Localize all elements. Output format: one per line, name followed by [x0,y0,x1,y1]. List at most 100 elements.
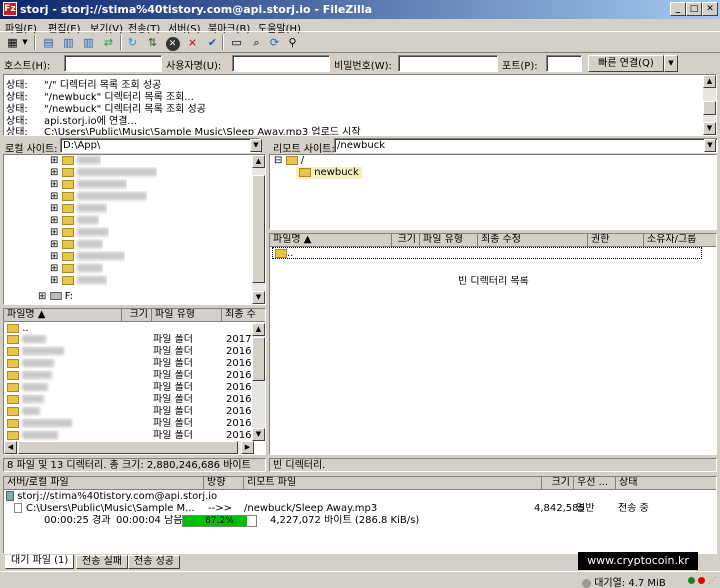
local-tree-scrollbar[interactable]: ▲ ▼ [252,155,265,304]
column-filename[interactable]: 파일명 ▲ [4,309,122,322]
process-queue-icon[interactable]: ⇅ [144,34,161,51]
toggle-sync-browsing-icon[interactable]: ⌕ [248,34,265,51]
toggle-remote-tree-icon[interactable]: ▥ [80,34,97,51]
tree-root[interactable]: ⊟ / [274,155,304,167]
tree-item[interactable]: ⊞ [50,179,127,191]
column-modified[interactable]: 최종 수 [222,309,265,322]
list-item[interactable]: 파일 폴더 2016-0 [7,370,265,382]
tab-successful-transfers[interactable]: 전송 성공 [128,555,180,569]
refresh-icon[interactable]: ↻ [124,34,141,51]
toggle-local-tree-icon[interactable]: ▥ [60,34,77,51]
queue-elapsed: 00:00:25 경과 [44,515,111,526]
site-manager-dropdown-icon[interactable]: ▼ [20,34,30,51]
queue-column-local[interactable]: 서버/로컬 파일 [4,477,204,490]
remote-directory-tree[interactable]: ⊟ / newbuck [269,154,717,230]
queue-column-remote[interactable]: 리모트 파일 [244,477,542,490]
tree-item[interactable]: ⊞ [50,203,107,215]
remote-path-input[interactable]: /newbuck [334,138,718,153]
close-button[interactable]: ✕ [702,2,718,16]
queue-item[interactable]: C:\Users\Public\Music\Sample M... -->> /… [14,503,716,515]
scroll-thumb[interactable] [703,101,716,115]
scroll-down-icon[interactable]: ▼ [703,122,716,135]
toggle-queue-icon[interactable]: ⇄ [100,34,117,51]
column-permissions[interactable]: 권한 [588,234,644,247]
user-label: 사용자명(U): [166,61,222,72]
list-item[interactable]: 파일 폴더 2016-0 [7,394,265,406]
list-item[interactable]: 파일 폴더 2017-0 [7,334,265,346]
column-owner[interactable]: 소유자/그룹 [644,234,716,247]
list-item[interactable]: 파일 폴더 2016-0 [7,418,265,430]
tree-item[interactable]: ⊞ [50,263,103,275]
password-input[interactable] [398,55,498,72]
tree-item[interactable]: ⊞ [50,239,103,251]
maximize-button[interactable]: □ [686,2,702,16]
local-list-scrollbar[interactable]: ▲ ▼ [252,323,265,441]
queue-transferred: 4,227,072 바이트 (286.8 KiB/s) [270,515,420,526]
tree-item[interactable]: ⊞ [50,167,157,179]
queue-server[interactable]: storj://stima%40tistory.com@api.storj.io [6,491,217,503]
empty-listing-message: 빈 디렉터리 목록 [458,276,529,287]
list-item[interactable]: 파일 폴더 2016-0 [7,346,265,358]
minimize-button[interactable]: _ [670,2,686,16]
list-item[interactable]: 파일 폴더 2016-0 [7,382,265,394]
activity-led-icon [698,577,705,584]
remote-site-label: 리모트 사이트: [273,144,335,155]
local-file-list[interactable]: 파일명 ▲ 크기 파일 유형 최종 수 .. 파일 폴더 2017-0 파일 폴더… [3,308,266,455]
scroll-up-icon[interactable]: ▲ [703,75,716,88]
cancel-icon[interactable]: ✕ [164,34,181,51]
list-item[interactable]: 파일 폴더 2016-0 [7,406,265,418]
queue-icon [582,578,591,588]
local-path-dropdown-icon[interactable]: ▼ [250,139,262,152]
local-path-input[interactable]: D:\App\ [60,138,260,153]
resize-grip-icon[interactable]: ⋰ [708,576,716,585]
column-size[interactable]: 크기 [392,234,420,247]
server-icon [6,491,14,501]
remote-file-list[interactable]: 파일명 ▲ 크기 파일 유형 최종 수정 권한 소유자/그룹 .. 빈 디렉터리… [269,233,717,455]
reconnect-icon[interactable]: ✔ [204,34,221,51]
tree-item[interactable]: ⊞ [50,215,99,227]
tab-queued-files[interactable]: 대기 파일 (1) [5,555,75,569]
port-input[interactable] [546,55,582,72]
tree-item[interactable]: ⊞ [50,155,101,167]
host-input[interactable] [64,55,162,72]
column-type[interactable]: 파일 유형 [152,309,222,322]
queue-column-priority[interactable]: 우선 ... [574,477,616,490]
column-type[interactable]: 파일 유형 [420,234,478,247]
log-scrollbar[interactable]: ▲ ▼ [703,75,716,135]
local-list-hscrollbar[interactable]: ◀ ▶ [4,441,254,454]
message-log[interactable]: 상태: "/" 디렉터리 목록 조회 성공 상태: "/newbuck" 디렉터리 … [3,74,717,136]
drive-icon [49,292,62,300]
remote-path-dropdown-icon[interactable]: ▼ [704,139,716,152]
local-site-label: 로컬 사이트: [5,144,58,155]
filezilla-icon: Fz [3,2,17,16]
tree-item[interactable]: ⊞ [50,227,109,239]
directory-comparison-icon[interactable]: ⟳ [266,34,283,51]
disconnect-icon[interactable]: ⨯ [184,34,201,51]
column-filename[interactable]: 파일명 ▲ [270,234,392,247]
site-manager-icon[interactable]: ▦ [4,34,21,51]
column-size[interactable]: 크기 [122,309,152,322]
toggle-log-icon[interactable]: ▤ [40,34,57,51]
tree-item-newbuck[interactable]: newbuck [296,167,362,179]
list-item-parent[interactable]: .. [272,247,702,259]
queue-column-direction[interactable]: 방향 [204,477,244,490]
transfer-queue[interactable]: 서버/로컬 파일 방향 리모트 파일 크기 우선 ... 상태 storj://… [3,476,717,554]
quickconnect-dropdown-icon[interactable]: ▼ [664,55,678,72]
directory-listing-filters-icon[interactable]: ▭ [228,34,245,51]
local-directory-tree[interactable]: ⊞ ⊞ ⊞ ⊞ ⊞ ⊞ ⊞ ⊞ ⊞ ⊞ ⊞ ⊞ F: ▲ ▼ [3,154,266,305]
list-item[interactable]: 파일 폴더 2016-0 [7,358,265,370]
tree-drive-f[interactable]: ⊞ F: [38,291,73,303]
file-icon [14,503,22,513]
remote-site-bar: 리모트 사이트: /newbuck ▼ [270,138,720,155]
queue-column-status[interactable]: 상태 [616,477,716,490]
tab-failed-transfers[interactable]: 전송 실패 [76,555,128,569]
tree-item[interactable]: ⊞ [50,251,125,263]
user-input[interactable] [232,55,330,72]
search-remote-files-icon[interactable]: ⚲ [284,34,301,51]
tree-item[interactable]: ⊞ [50,191,147,203]
quickconnect-button[interactable]: 빠른 연결(Q) [588,55,664,72]
column-modified[interactable]: 최종 수정 [478,234,588,247]
queue-remaining: 00:00:04 남음 [116,515,183,526]
tree-item[interactable]: ⊞ [50,275,107,287]
queue-column-size[interactable]: 크기 [542,477,574,490]
